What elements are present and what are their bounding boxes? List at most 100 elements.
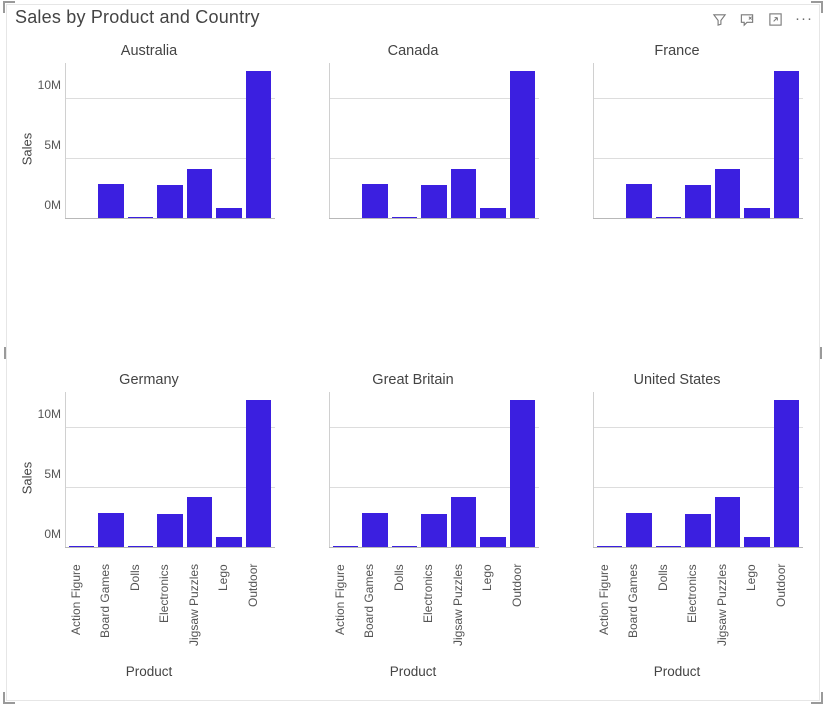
x-tick-label: Jigsaw Puzzles xyxy=(451,564,476,662)
y-tick-label: 5M xyxy=(21,467,61,481)
panel-united-states: United States Action FigureBoard GamesDol… xyxy=(545,366,809,695)
x-tick-label: Jigsaw Puzzles xyxy=(715,564,740,662)
resize-handle-right[interactable] xyxy=(820,347,822,359)
panel-title: Germany xyxy=(17,372,281,392)
bar-electronics[interactable] xyxy=(157,185,182,219)
y-axis-ticks: 0M 5M 10M xyxy=(21,63,61,219)
bar-group xyxy=(593,63,803,219)
resize-handle-tl[interactable] xyxy=(3,1,15,13)
bar-jigsaw-puzzles[interactable] xyxy=(715,169,740,219)
x-tick-label: Jigsaw Puzzles xyxy=(187,564,212,662)
plot-area[interactable]: Sales0M5M10M xyxy=(65,63,275,235)
x-tick-label: Outdoor xyxy=(510,564,535,662)
visual-header-icons: ··· xyxy=(711,7,813,27)
plot-area[interactable] xyxy=(593,63,803,235)
small-multiples-grid: AustraliaSales0M5M10MCanadaFranceGermany… xyxy=(7,33,819,700)
plot-area[interactable] xyxy=(329,392,539,564)
x-axis-label: Product xyxy=(17,664,281,679)
bar-board-games[interactable] xyxy=(626,513,651,548)
bar-jigsaw-puzzles[interactable] xyxy=(187,497,212,547)
bar-outdoor[interactable] xyxy=(774,71,799,219)
y-tick-label: 10M xyxy=(21,78,61,92)
bar-jigsaw-puzzles[interactable] xyxy=(451,169,476,219)
panel-great-britain: Great BritainAction FigureBoard GamesDol… xyxy=(281,366,545,695)
x-tick-label: Action Figure xyxy=(333,564,358,662)
plot-area[interactable] xyxy=(593,392,803,564)
x-tick-label: Board Games xyxy=(626,564,651,662)
comment-icon[interactable] xyxy=(739,11,755,27)
x-tick-label: Dolls xyxy=(128,564,153,662)
x-tick-label: Electronics xyxy=(685,564,710,662)
plot-area[interactable]: Sales0M5M10M xyxy=(65,392,275,564)
panel-germany: GermanySales0M5M10MAction FigureBoard Ga… xyxy=(17,366,281,695)
bar-electronics[interactable] xyxy=(685,185,710,219)
bar-outdoor[interactable] xyxy=(510,400,535,548)
bar-electronics[interactable] xyxy=(685,514,710,548)
bar-board-games[interactable] xyxy=(98,513,123,548)
bar-outdoor[interactable] xyxy=(774,400,799,548)
x-tick-label: Action Figure xyxy=(597,564,622,662)
x-axis-line xyxy=(329,547,539,548)
bar-jigsaw-puzzles[interactable] xyxy=(451,497,476,547)
x-axis-label: Product xyxy=(545,664,809,679)
visual-header: Sales by Product and Country ··· xyxy=(7,5,819,33)
x-axis-ticks: Action FigureBoard GamesDollsElectronics… xyxy=(593,564,803,662)
resize-handle-bl[interactable] xyxy=(3,692,15,704)
resize-handle-tr[interactable] xyxy=(811,1,823,13)
x-tick-label: Board Games xyxy=(362,564,387,662)
bar-group xyxy=(593,392,803,548)
x-axis-line xyxy=(65,218,275,219)
panel-canada: Canada xyxy=(281,37,545,366)
y-tick-label: 5M xyxy=(21,138,61,152)
x-tick-label: Outdoor xyxy=(246,564,271,662)
resize-handle-left[interactable] xyxy=(4,347,6,359)
bar-board-games[interactable] xyxy=(362,513,387,548)
bar-jigsaw-puzzles[interactable] xyxy=(715,497,740,547)
x-tick-label: Lego xyxy=(744,564,769,662)
x-tick-label: Outdoor xyxy=(774,564,799,662)
x-axis-line xyxy=(329,218,539,219)
filter-icon[interactable] xyxy=(711,11,727,27)
bar-board-games[interactable] xyxy=(626,184,651,219)
x-tick-label: Action Figure xyxy=(69,564,94,662)
bar-board-games[interactable] xyxy=(98,184,123,219)
y-tick-label: 10M xyxy=(21,407,61,421)
resize-handle-br[interactable] xyxy=(811,692,823,704)
bar-electronics[interactable] xyxy=(421,185,446,219)
panel-title: Australia xyxy=(17,43,281,63)
bar-outdoor[interactable] xyxy=(246,71,271,219)
x-tick-label: Dolls xyxy=(392,564,417,662)
panel-france: France xyxy=(545,37,809,366)
chart-visual-container[interactable]: Sales by Product and Country ··· Austral… xyxy=(6,4,820,701)
panel-title: United States xyxy=(545,372,809,392)
y-tick-label: 0M xyxy=(21,527,61,541)
x-tick-label: Dolls xyxy=(656,564,681,662)
x-axis-line xyxy=(65,547,275,548)
x-axis-line xyxy=(593,547,803,548)
x-tick-label: Electronics xyxy=(157,564,182,662)
more-options-icon[interactable]: ··· xyxy=(795,12,813,26)
focus-mode-icon[interactable] xyxy=(767,11,783,27)
y-tick-label: 0M xyxy=(21,198,61,212)
x-axis-line xyxy=(593,218,803,219)
x-tick-label: Lego xyxy=(480,564,505,662)
bar-outdoor[interactable] xyxy=(246,400,271,548)
bar-group xyxy=(329,392,539,548)
bar-board-games[interactable] xyxy=(362,184,387,219)
plot-area[interactable] xyxy=(329,63,539,235)
bar-electronics[interactable] xyxy=(157,514,182,548)
bar-outdoor[interactable] xyxy=(510,71,535,219)
panel-title: France xyxy=(545,43,809,63)
x-axis-ticks: Action FigureBoard GamesDollsElectronics… xyxy=(65,564,275,662)
bar-group xyxy=(329,63,539,219)
chart-title: Sales by Product and Country xyxy=(15,7,260,28)
bar-jigsaw-puzzles[interactable] xyxy=(187,169,212,219)
x-tick-label: Electronics xyxy=(421,564,446,662)
bar-electronics[interactable] xyxy=(421,514,446,548)
x-tick-label: Lego xyxy=(216,564,241,662)
bar-group xyxy=(65,392,275,548)
x-tick-label: Board Games xyxy=(98,564,123,662)
panel-title: Canada xyxy=(281,43,545,63)
x-axis-ticks: Action FigureBoard GamesDollsElectronics… xyxy=(329,564,539,662)
bar-group xyxy=(65,63,275,219)
